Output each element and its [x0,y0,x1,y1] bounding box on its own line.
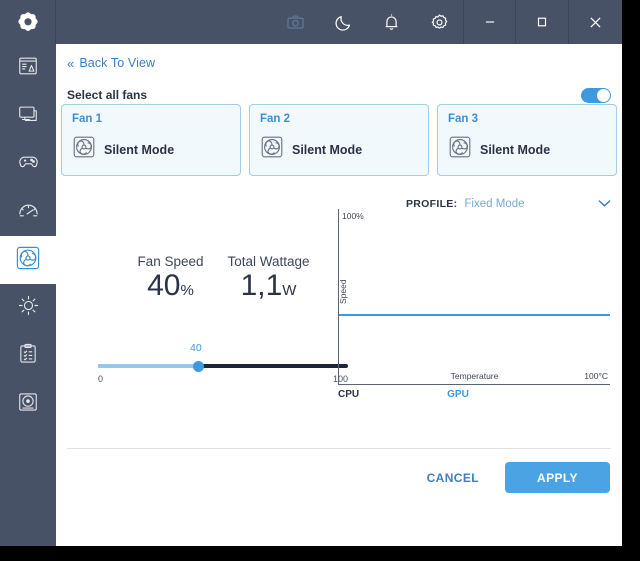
sidebar-item-lighting[interactable] [0,284,56,332]
close-button[interactable] [569,0,622,44]
main-content: « Back To View Select all fans Fan 1 Sil… [56,44,622,546]
footer-actions: CANCEL APPLY [417,462,610,493]
monitor-report-icon [17,55,39,82]
sidebar-item-display[interactable] [0,92,56,140]
cancel-button[interactable]: CANCEL [417,463,489,493]
total-wattage-unit: W [282,282,297,299]
select-all-fans-toggle[interactable] [581,87,611,103]
select-all-fans-label: Select all fans [67,88,148,102]
fan-speed-number: 40 [147,269,181,302]
total-wattage-readout: Total Wattage 1,1W [228,254,310,302]
fan-curve-chart[interactable]: 100% Speed Temperature 100°C [338,209,610,385]
fan-speed-value: 40% [137,270,203,302]
desktop-icon [17,103,39,130]
readout-panel: Fan Speed 40% Total Wattage 1,1W [101,254,346,302]
slider-min-label: 0 [98,374,104,384]
fan-speed-label: Fan Speed [137,254,204,269]
sun-icon [17,294,40,322]
fan-card-2[interactable]: Fan 2 Silent Mode [249,104,429,176]
minimize-button[interactable] [463,0,516,44]
total-wattage-number: 1,1 [240,269,283,302]
slider-thumb[interactable] [192,360,204,372]
total-wattage-label: Total Wattage [227,254,310,269]
fan-card-title: Fan 1 [72,113,103,125]
fan-icon [448,135,472,164]
chevron-left-icon: « [67,55,75,71]
fan-card-mode-label: Silent Mode [104,142,175,157]
chart-x-axis-label: Temperature [450,371,499,381]
legend-item-cpu[interactable]: CPU [338,389,359,400]
toggle-knob [597,88,610,102]
footer-divider [67,448,611,449]
sidebar-item-storage[interactable] [0,380,56,428]
sidebar-item-gaming[interactable] [0,140,56,188]
moon-icon[interactable] [319,0,367,44]
gamepad-icon [17,150,40,178]
sidebar-navigation [0,44,56,546]
bell-icon[interactable] [367,0,415,44]
disc-icon [17,391,39,418]
brand-diamond-logo-icon [0,0,56,44]
fan-card-mode-label: Silent Mode [292,142,363,157]
fan-speed-slider-group: 40 0 100 [98,342,348,384]
slider-value-label: 40 [190,342,202,354]
fan-card-mode-row: Silent Mode [260,135,418,164]
fan-card-list: Fan 1 Silent Mode Fan 2 Silent Mode Fan … [61,104,617,176]
title-bar-tools [271,0,463,44]
slider-fill [98,364,198,368]
chart-legend: CPU GPU [338,389,610,400]
back-to-view-link[interactable]: « Back To View [67,56,155,70]
fan-icon [260,135,284,164]
legend-item-gpu[interactable]: GPU [447,389,469,400]
chart-y-axis-label: Speed [338,279,348,304]
application-window: « Back To View Select all fans Fan 1 Sil… [0,0,622,546]
slider-scale: 0 100 [98,374,348,384]
screenshot-icon[interactable] [271,0,319,44]
fan-card-mode-row: Silent Mode [72,135,230,164]
fan-card-3[interactable]: Fan 3 Silent Mode [437,104,617,176]
clipboard-icon [17,343,39,370]
sidebar-item-tasks[interactable] [0,332,56,380]
chart-curve-line [339,314,610,316]
fan-speed-unit: % [180,282,194,299]
apply-button[interactable]: APPLY [505,462,610,493]
gauge-icon [17,198,40,226]
chart-y-max-label: 100% [342,211,364,221]
window-controls [463,0,622,44]
fan-icon [15,245,41,276]
fan-card-title: Fan 3 [448,113,479,125]
fan-icon [72,135,96,164]
fan-speed-slider[interactable] [98,360,348,372]
title-bar [0,0,622,44]
sidebar-item-system-info[interactable] [0,44,56,92]
fan-speed-readout: Fan Speed 40% [137,254,203,302]
fan-card-mode-row: Silent Mode [448,135,606,164]
gear-icon[interactable] [415,0,463,44]
maximize-button[interactable] [516,0,569,44]
sidebar-item-fan-control[interactable] [0,236,56,284]
select-all-fans-row: Select all fans [67,84,611,106]
sidebar-item-performance[interactable] [0,188,56,236]
total-wattage-value: 1,1W [228,270,310,302]
chart-x-max-label: 100°C [584,371,608,381]
fan-card-title: Fan 2 [260,113,291,125]
profile-label: PROFILE: [406,197,458,210]
back-to-view-label: Back To View [79,56,156,70]
readout-row: Fan Speed 40% Total Wattage 1,1W [101,254,346,302]
fan-card-1[interactable]: Fan 1 Silent Mode [61,104,241,176]
profile-value: Fixed Mode [464,197,525,210]
fan-card-mode-label: Silent Mode [480,142,551,157]
